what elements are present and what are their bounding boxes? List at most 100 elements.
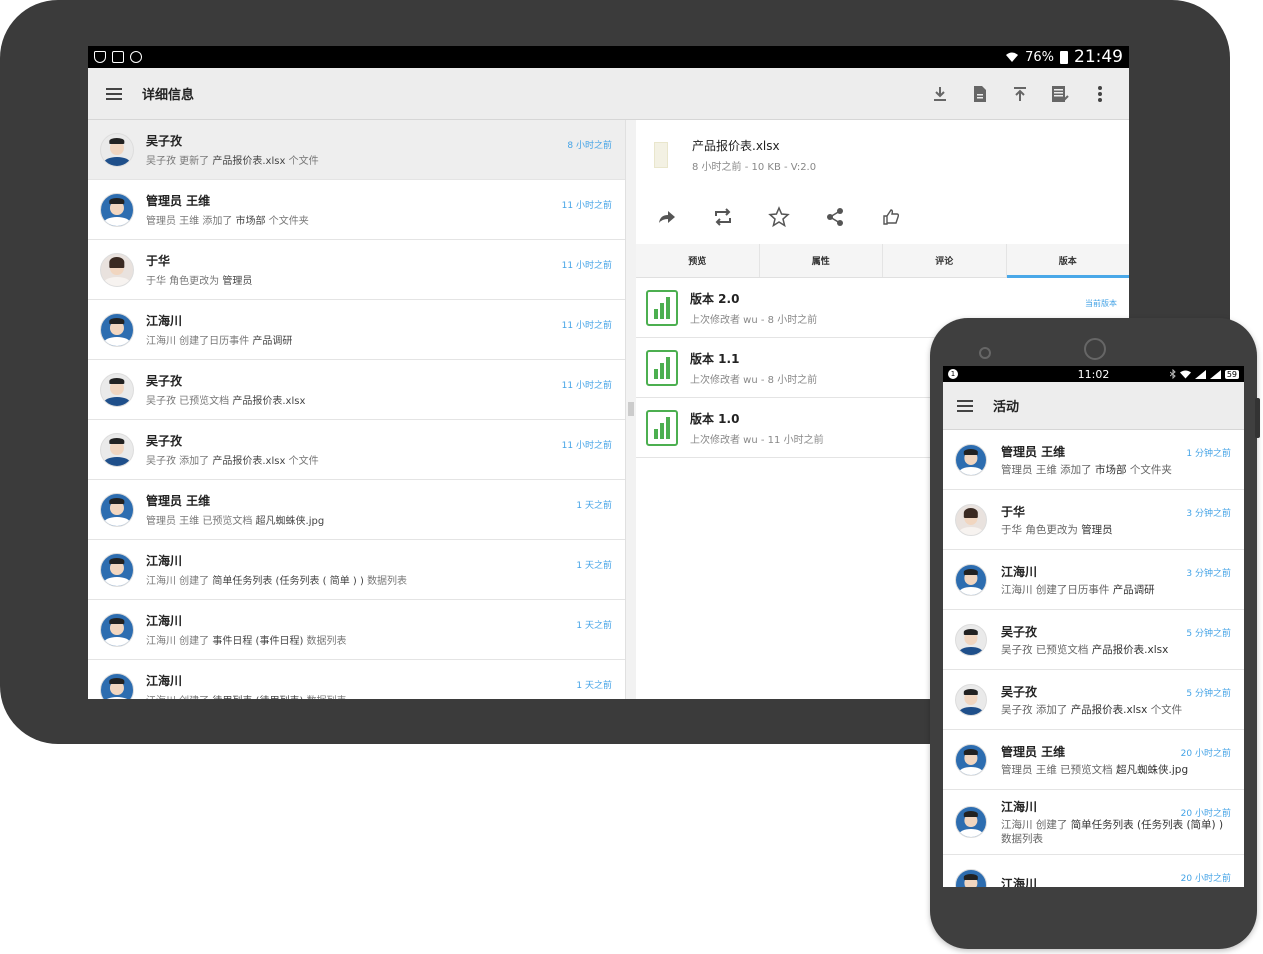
activity-time: 11 小时之前 (561, 441, 612, 451)
actor-name: 江海川 (146, 674, 183, 688)
share-icon[interactable] (822, 204, 848, 230)
activity-time: 1 天之前 (576, 561, 612, 571)
avatar[interactable] (100, 252, 134, 287)
activity-time: 1 天之前 (576, 681, 612, 691)
list-item[interactable]: 管理员 王维 管理员 王维 添加了 市场部 个文件夹 11 小时之前 (88, 180, 625, 240)
activity-time: 11 小时之前 (561, 321, 612, 331)
avatar[interactable] (955, 743, 987, 776)
activity-time: 20 小时之前 (1180, 809, 1231, 819)
activity-target[interactable]: 事件日程 (事件日程) (212, 636, 303, 647)
list-item[interactable]: 江海川 江海川 创建了日历事件 产品调研 11 小时之前 (88, 300, 625, 360)
avatar[interactable] (100, 492, 134, 527)
list-item[interactable]: 江海川 20 小时之前 (943, 855, 1244, 887)
list-item[interactable]: 管理员 王维 管理员 王维 已预览文档 超凡蜘蛛侠.jpg 20 小时之前 (943, 730, 1244, 790)
list-item[interactable]: 江海川 江海川 创建了 事件日程 (事件日程) 数据列表 1 天之前 (88, 600, 625, 660)
activity-target[interactable]: 产品调研 (1113, 584, 1155, 596)
tab-1[interactable]: 属性 (760, 244, 883, 277)
version-name: 版本 1.0 (690, 411, 740, 426)
avatar[interactable] (100, 132, 134, 167)
list-item[interactable]: 于华 于华 角色更改为 管理员 3 分钟之前 (943, 490, 1244, 550)
activity-time: 3 分钟之前 (1186, 569, 1231, 579)
tab-3[interactable]: 版本 (1006, 244, 1130, 278)
star-icon[interactable] (766, 204, 792, 230)
phone-page-title: 活动 (993, 400, 1020, 415)
activity-suffix: 个文件 (1150, 703, 1183, 716)
activity-target[interactable]: 简单任务列表 (任务列表 (简单) ) (1071, 819, 1223, 831)
activity-target[interactable]: 产品报价表.xlsx (212, 456, 285, 467)
activity-time: 8 小时之前 (567, 141, 612, 151)
avatar[interactable] (955, 503, 987, 536)
list-item[interactable]: 管理员 王维 管理员 王维 已预览文档 超凡蜘蛛侠.jpg 1 天之前 (88, 480, 625, 540)
list-item[interactable]: 江海川 江海川 创建了 简单任务列表 (任务列表 (简单) ) 数据列表 20 小时… (943, 790, 1244, 855)
more-vert-icon[interactable] (1089, 83, 1111, 105)
share-forward-icon[interactable] (654, 204, 680, 230)
list-item[interactable]: 管理员 王维 管理员 王维 添加了 市场部 个文件夹 1 分钟之前 (943, 430, 1244, 490)
activity-target[interactable]: 产品报价表.xlsx (1071, 704, 1148, 716)
avatar[interactable] (955, 563, 987, 596)
spreadsheet-icon (646, 289, 678, 326)
actor-name: 于华 (146, 254, 171, 268)
activity-target[interactable]: 待用列表 (待用列表) (212, 696, 303, 699)
thumbs-up-icon[interactable] (878, 204, 904, 230)
avatar[interactable] (955, 443, 987, 476)
download-icon[interactable] (929, 83, 951, 105)
list-item[interactable]: 于华 于华 角色更改为 管理员 11 小时之前 (88, 240, 625, 300)
list-item[interactable]: 江海川 江海川 创建了日历事件 产品调研 3 分钟之前 (943, 550, 1244, 610)
activity-target[interactable]: 产品报价表.xlsx (1092, 644, 1169, 656)
avatar[interactable] (100, 192, 134, 227)
list-item[interactable]: 吴子孜 吴子孜 已预览文档 产品报价表.xlsx 11 小时之前 (88, 360, 625, 420)
tab-0[interactable]: 预览 (636, 244, 760, 277)
version-meta: 上次修改者 wu - 11 小时之前 (690, 434, 824, 446)
avatar[interactable] (100, 432, 134, 467)
edit-document-icon[interactable] (1049, 83, 1071, 105)
avatar[interactable] (100, 372, 134, 407)
repeat-icon[interactable] (710, 204, 736, 230)
avatar[interactable] (955, 868, 987, 887)
list-item[interactable]: 吴子孜 吴子孜 添加了 产品报价表.xlsx 个文件 11 小时之前 (88, 420, 625, 480)
avatar[interactable] (100, 552, 134, 587)
divider-grip[interactable] (628, 402, 634, 416)
activity-description: 江海川 创建了日历事件 产品调研 (146, 332, 613, 347)
activity-time: 3 分钟之前 (1186, 509, 1231, 519)
activity-action: 江海川 创建了 (1001, 819, 1068, 831)
activity-description: 江海川 创建了日历事件 产品调研 (1001, 583, 1232, 597)
list-item[interactable]: 吴子孜 吴子孜 添加了 产品报价表.xlsx 个文件 5 分钟之前 (943, 670, 1244, 730)
pane-divider[interactable] (626, 120, 636, 699)
activity-target[interactable]: 市场部 (1095, 464, 1127, 476)
activity-target[interactable]: 产品调研 (252, 336, 292, 347)
document-icon[interactable] (969, 83, 991, 105)
activity-target[interactable]: 简单任务列表 (任务列表 ( 简单 ) ) (212, 576, 364, 587)
list-item[interactable]: 江海川江海川 创建了 待用列表 (待用列表) 数据列表1 天之前 (88, 660, 625, 699)
avatar[interactable] (955, 806, 987, 838)
menu-icon[interactable] (957, 399, 973, 412)
list-item[interactable]: 吴子孜 吴子孜 已预览文档 产品报价表.xlsx 5 分钟之前 (943, 610, 1244, 670)
avatar[interactable] (955, 683, 987, 716)
activity-target[interactable]: 管理员 (222, 276, 252, 287)
actor-name: 管理员 王维 (146, 494, 211, 508)
menu-icon[interactable] (106, 87, 122, 100)
activity-suffix: 数据列表 (307, 696, 347, 699)
activity-target[interactable]: 管理员 (1081, 524, 1113, 536)
avatar[interactable] (100, 672, 134, 699)
activity-target[interactable]: 产品报价表.xlsx (232, 396, 305, 407)
activity-time: 20 小时之前 (1180, 749, 1231, 759)
activity-action: 江海川 创建了 (146, 636, 210, 647)
activity-action: 吴子孜 添加了 (146, 456, 210, 467)
version-name: 版本 1.1 (690, 351, 740, 366)
status-time: 21:49 (1074, 47, 1123, 67)
activity-action: 管理员 王维 添加了 (1001, 463, 1092, 476)
upload-icon[interactable] (1009, 83, 1031, 105)
avatar[interactable] (955, 623, 987, 656)
activity-target[interactable]: 市场部 (236, 216, 266, 227)
list-item[interactable]: 江海川 江海川 创建了 简单任务列表 (任务列表 ( 简单 ) ) 数据列表 1 天… (88, 540, 625, 600)
list-item[interactable]: 吴子孜 吴子孜 更新了 产品报价表.xlsx 个文件 8 小时之前 (88, 120, 625, 180)
activity-target[interactable]: 超凡蜘蛛侠.jpg (1116, 764, 1188, 776)
spreadsheet-icon (646, 409, 678, 446)
activity-target[interactable]: 超凡蜘蛛侠.jpg (256, 516, 325, 527)
avatar[interactable] (100, 612, 134, 647)
phone-status-time: 11:02 (1077, 367, 1110, 381)
tab-2[interactable]: 评论 (883, 244, 1007, 277)
activity-target[interactable]: 产品报价表.xlsx (212, 156, 285, 167)
avatar[interactable] (100, 312, 134, 347)
activity-suffix: 个文件 (288, 456, 319, 467)
